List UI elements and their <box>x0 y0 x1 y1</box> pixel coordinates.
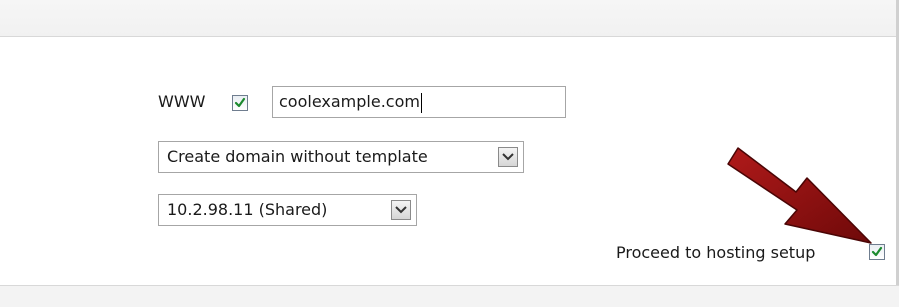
header-strip <box>0 0 899 37</box>
domain-name-input[interactable]: coolexample.com <box>272 86 566 118</box>
text-caret <box>420 92 422 113</box>
ip-dropdown-button[interactable] <box>391 200 411 220</box>
chevron-down-icon <box>395 206 407 214</box>
ip-address-select[interactable]: 10.2.98.11 (Shared) <box>158 194 417 226</box>
template-select-value: Create domain without template <box>167 147 428 166</box>
template-select[interactable]: Create domain without template <box>158 141 524 173</box>
check-icon <box>234 97 246 108</box>
arrow-icon <box>727 147 872 244</box>
template-dropdown-button[interactable] <box>498 147 518 167</box>
www-label: WWW <box>158 92 206 111</box>
ip-select-value: 10.2.98.11 (Shared) <box>167 200 328 219</box>
domain-setup-panel: WWW coolexample.com Create domain withou… <box>0 0 899 307</box>
www-checkbox[interactable] <box>232 95 248 111</box>
chevron-down-icon <box>502 153 514 161</box>
domain-name-value: coolexample.com <box>279 92 420 111</box>
footer-strip <box>0 286 899 307</box>
